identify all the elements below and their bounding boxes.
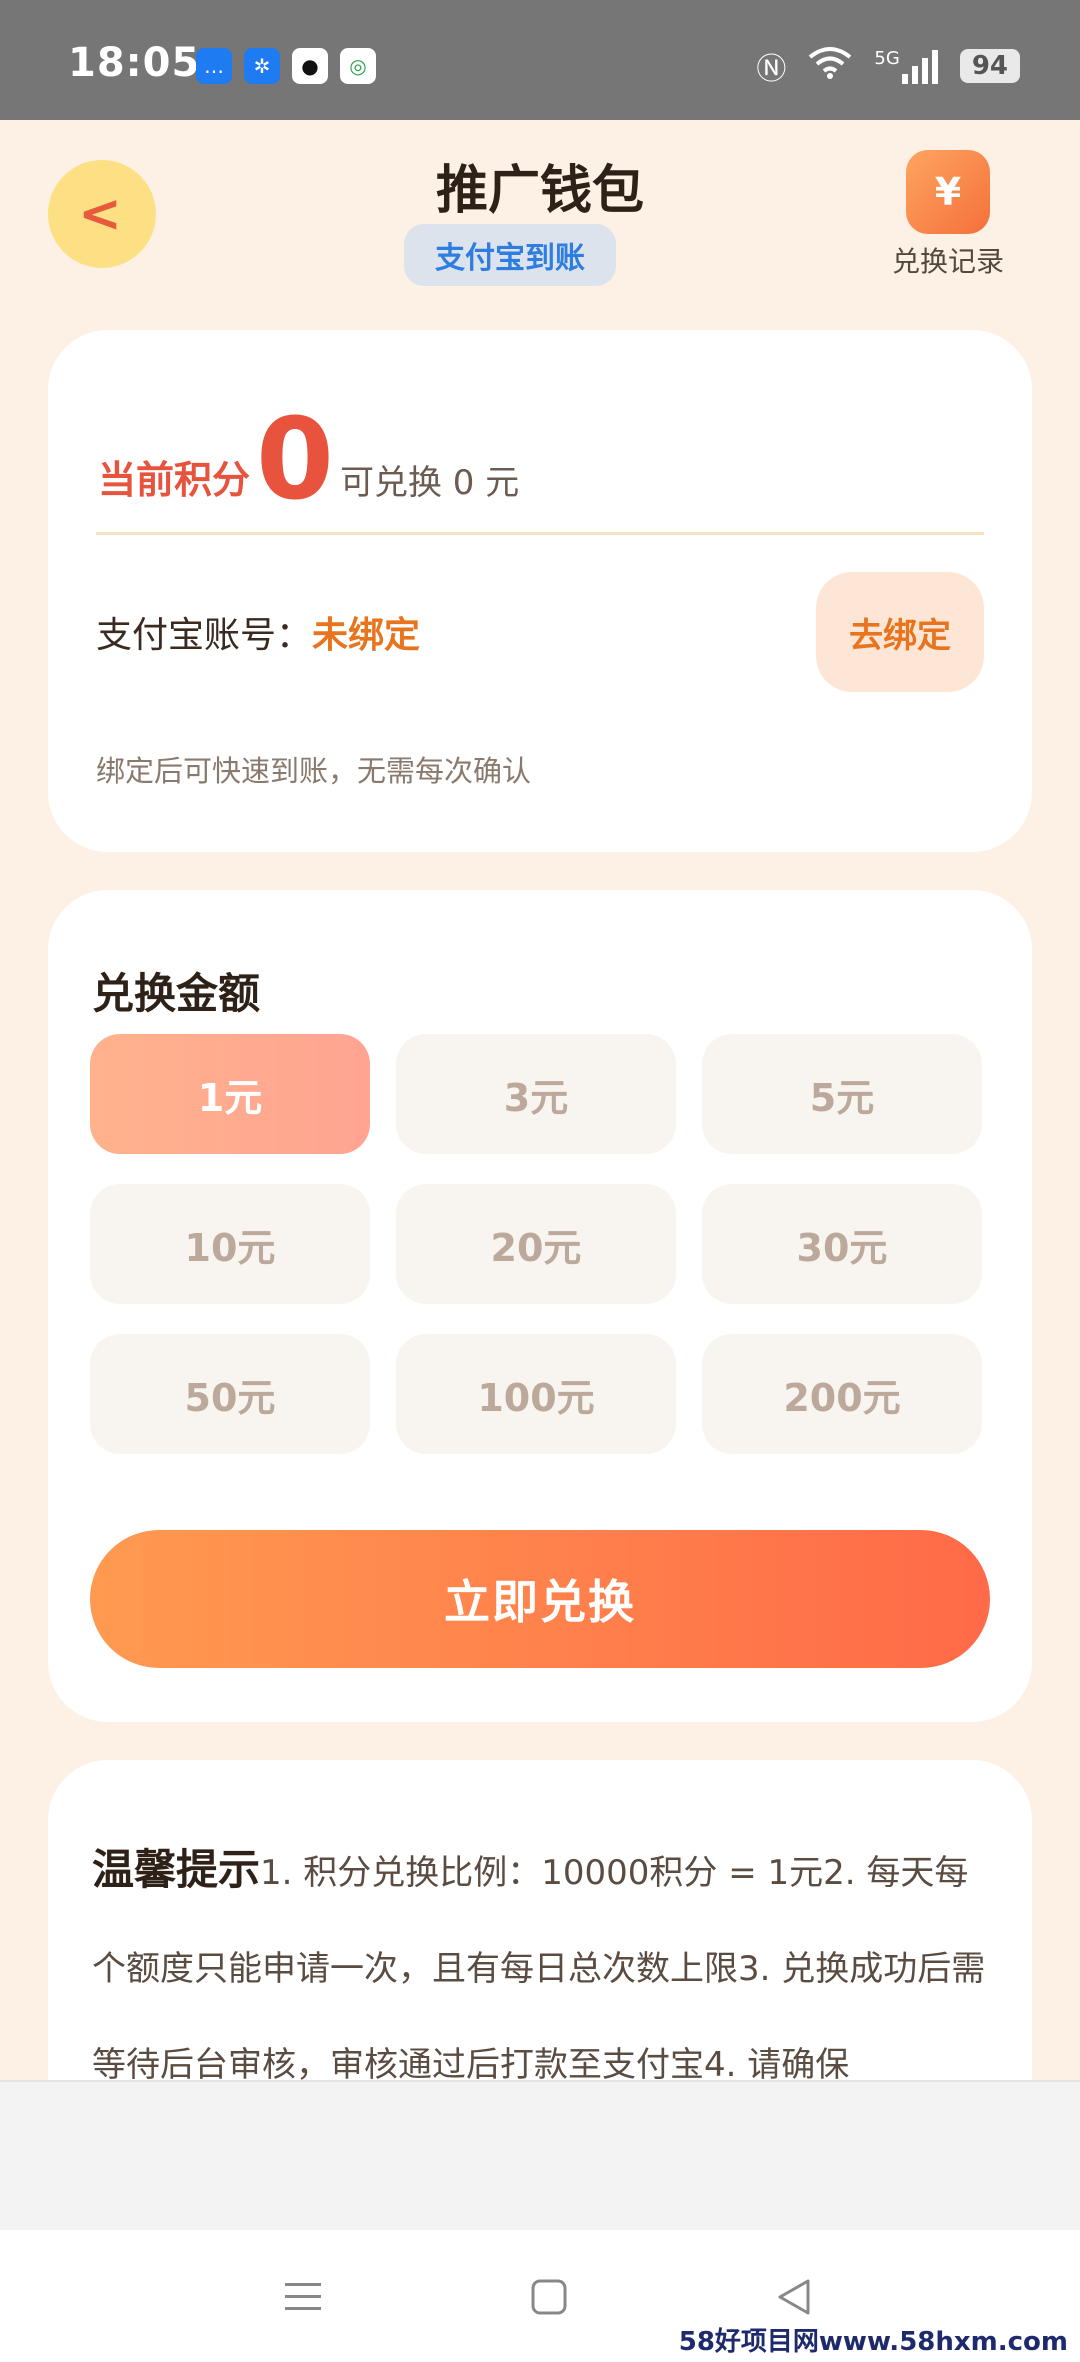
cellular-signal-icon: 5G bbox=[874, 48, 938, 84]
tips-text-block: 温馨提示1. 积分兑换比例：10000积分 = 1元2. 每天每个额度只能申请一… bbox=[92, 1822, 992, 2080]
back-nav-icon[interactable] bbox=[768, 2272, 818, 2322]
battery-indicator: 94 bbox=[959, 49, 1020, 83]
system-navigation-bar: 58好项目网www.58hxm.com bbox=[0, 2230, 1080, 2362]
menu-icon[interactable] bbox=[278, 2272, 328, 2322]
divider bbox=[96, 532, 984, 535]
exchange-record-icon[interactable]: ¥ bbox=[906, 150, 990, 234]
exchange-now-button[interactable]: 立即兑换 bbox=[90, 1530, 990, 1668]
exchange-record-link[interactable]: 兑换记录 bbox=[880, 240, 1016, 280]
exchange-card: 兑换金额 1元 3元 5元 10元 20元 30元 50元 100元 200元 … bbox=[48, 890, 1032, 1722]
amount-option-100[interactable]: 100元 bbox=[396, 1334, 676, 1454]
message-app-icon: … bbox=[196, 48, 232, 84]
points-label: 当前积分 bbox=[98, 458, 251, 502]
status-bar: 18:05 … ✲ ● ◎ Ⓝ 5G 94 bbox=[0, 0, 1080, 120]
status-time: 18:05 bbox=[68, 40, 201, 86]
tips-card: 温馨提示1. 积分兑换比例：10000积分 = 1元2. 每天每个额度只能申请一… bbox=[48, 1760, 1032, 2080]
tips-title: 温馨提示 bbox=[92, 1845, 261, 1894]
exchange-amount-title: 兑换金额 bbox=[92, 969, 261, 1018]
alipay-badge: 支付宝到账 bbox=[404, 224, 616, 286]
amount-option-20[interactable]: 20元 bbox=[396, 1184, 676, 1304]
network-type: 5G bbox=[874, 48, 900, 69]
amount-grid: 1元 3元 5元 10元 20元 30元 50元 100元 200元 bbox=[90, 1034, 982, 1454]
china-mobile-app-icon: ◎ bbox=[340, 48, 376, 84]
nfc-icon: Ⓝ bbox=[756, 52, 787, 87]
qq-app-icon: ● bbox=[292, 48, 328, 84]
bind-hint: 绑定后可快速到账，无需每次确认 bbox=[96, 754, 532, 788]
points-card: 当前积分 0 可兑换 0 元 支付宝账号：未绑定 去绑定 绑定后可快速到账，无需… bbox=[48, 330, 1032, 852]
points-value: 0 bbox=[256, 395, 334, 525]
amount-option-200[interactable]: 200元 bbox=[702, 1334, 982, 1454]
amount-option-5[interactable]: 5元 bbox=[702, 1034, 982, 1154]
home-icon[interactable] bbox=[524, 2272, 574, 2322]
account-status: 未绑定 bbox=[312, 615, 421, 656]
wifi-icon bbox=[808, 45, 852, 87]
amount-option-50[interactable]: 50元 bbox=[90, 1334, 370, 1454]
fan-app-icon: ✲ bbox=[244, 48, 280, 84]
points-row: 当前积分 0 可兑换 0 元 bbox=[98, 395, 520, 525]
status-app-icons: … ✲ ● ◎ bbox=[196, 48, 376, 84]
watermark: 58好项目网www.58hxm.com bbox=[678, 2327, 1068, 2357]
alipay-account-row: 支付宝账号：未绑定 bbox=[96, 606, 420, 658]
amount-option-1[interactable]: 1元 bbox=[90, 1034, 370, 1154]
amount-option-3[interactable]: 3元 bbox=[396, 1034, 676, 1154]
bottom-overlay bbox=[0, 2080, 1080, 2230]
account-label: 支付宝账号： bbox=[96, 615, 313, 656]
amount-option-30[interactable]: 30元 bbox=[702, 1184, 982, 1304]
status-indicators: Ⓝ 5G 94 bbox=[756, 44, 1020, 88]
bind-account-button[interactable]: 去绑定 bbox=[816, 572, 984, 692]
points-exchange-text: 可兑换 0 元 bbox=[339, 463, 520, 503]
amount-option-10[interactable]: 10元 bbox=[90, 1184, 370, 1304]
